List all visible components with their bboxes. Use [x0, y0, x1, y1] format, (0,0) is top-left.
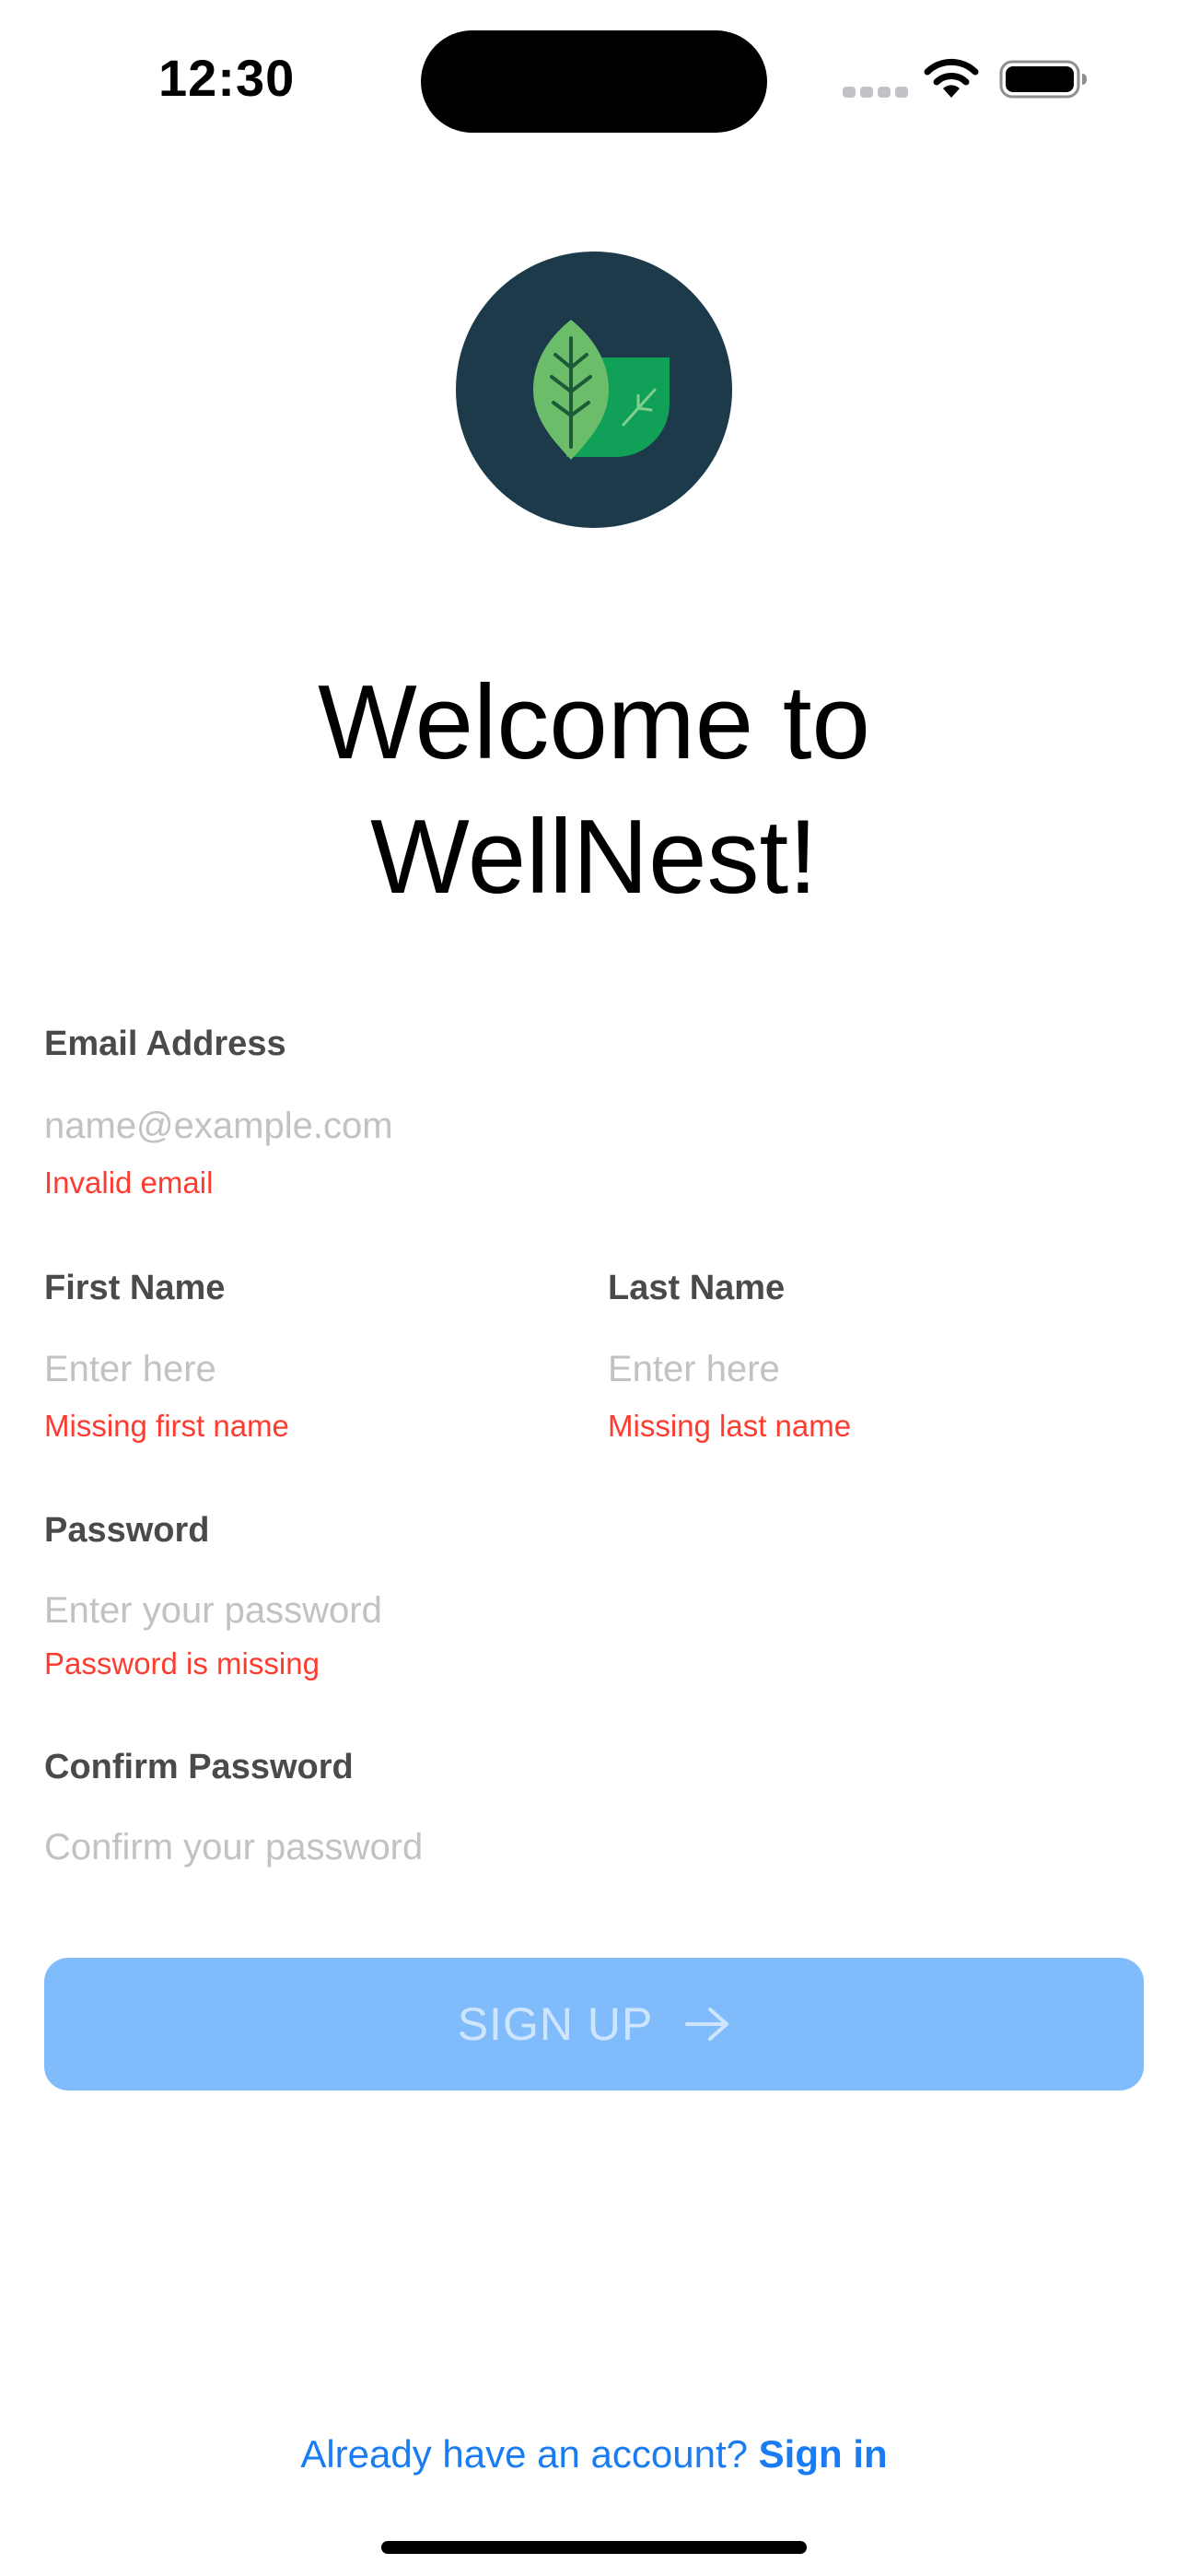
last-name-error: Missing last name: [608, 1409, 852, 1443]
password-field[interactable]: [44, 1583, 1144, 1638]
leaf-logo-icon: [456, 252, 732, 528]
home-indicator[interactable]: [381, 2541, 807, 2554]
welcome-title-line1: Welcome to: [318, 664, 870, 781]
cellular-signal-icon: [843, 87, 909, 98]
status-bar-time: 12:30: [158, 49, 296, 107]
confirm-password-field[interactable]: [44, 1820, 1144, 1875]
battery-icon: [999, 60, 1087, 99]
sign-in-prompt-text: Already have an account?: [300, 2432, 748, 2476]
welcome-title: Welcome to WellNest!: [0, 656, 1188, 925]
first-name-label: First Name: [44, 1269, 226, 1307]
sign-up-button[interactable]: SIGN UP: [44, 1958, 1144, 2090]
sign-up-button-label: SIGN UP: [457, 1998, 654, 2050]
dynamic-island: [421, 30, 767, 133]
welcome-title-line2: WellNest!: [370, 799, 818, 916]
password-label: Password: [44, 1511, 210, 1550]
first-name-error: Missing first name: [44, 1409, 289, 1443]
email-field[interactable]: [44, 1098, 1144, 1153]
email-error: Invalid email: [44, 1165, 214, 1200]
wifi-icon: [924, 58, 979, 98]
sign-in-link[interactable]: Sign in: [759, 2432, 888, 2476]
password-error: Password is missing: [44, 1646, 320, 1680]
last-name-label: Last Name: [608, 1269, 786, 1307]
email-label: Email Address: [44, 1025, 286, 1063]
first-name-field[interactable]: [44, 1341, 560, 1397]
confirm-password-label: Confirm Password: [44, 1748, 354, 1786]
sign-in-prompt: Already have an account? Sign in: [0, 2432, 1188, 2476]
last-name-field[interactable]: [608, 1341, 1144, 1397]
arrow-right-icon: [685, 2008, 729, 2041]
